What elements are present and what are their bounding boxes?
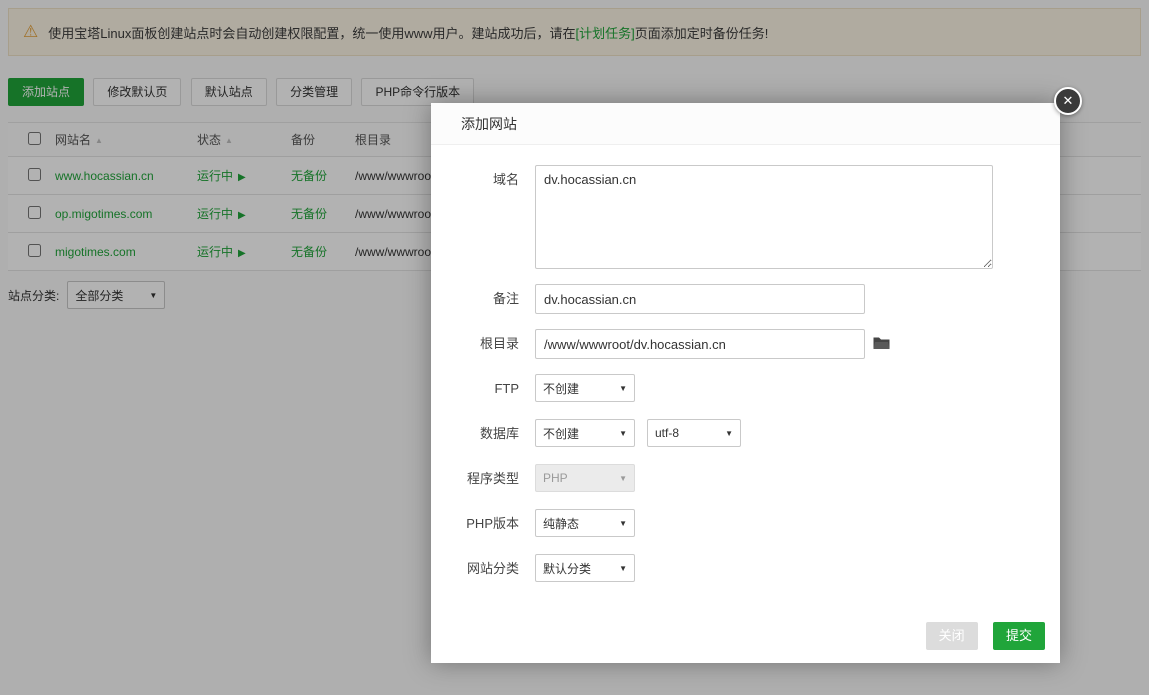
chevron-down-icon: ▼	[619, 429, 627, 438]
submit-button[interactable]: 提交	[993, 622, 1045, 650]
ftp-row: FTP 不创建 ▼	[431, 374, 1060, 404]
add-site-modal: ✕ 添加网站 域名 dv.hocassian.cn 备注 根目录 FTP 不创建…	[431, 103, 1060, 663]
program-type-label: 程序类型	[431, 464, 535, 494]
chevron-down-icon: ▼	[619, 519, 627, 528]
note-label: 备注	[431, 284, 535, 314]
php-version-select[interactable]: 纯静态 ▼	[535, 509, 635, 537]
site-category-select[interactable]: 默认分类 ▼	[535, 554, 635, 582]
chevron-down-icon: ▼	[725, 429, 733, 438]
site-category-row: 网站分类 默认分类 ▼	[431, 554, 1060, 584]
program-type-row: 程序类型 PHP ▼	[431, 464, 1060, 494]
site-category-select-value: 默认分类	[543, 560, 591, 577]
note-row: 备注	[431, 284, 1060, 314]
modal-title: 添加网站	[461, 116, 517, 132]
program-type-select-value: PHP	[543, 471, 568, 485]
root-label: 根目录	[431, 329, 535, 359]
database-label: 数据库	[431, 419, 535, 449]
site-category-label: 网站分类	[431, 554, 535, 584]
modal-body: 域名 dv.hocassian.cn 备注 根目录 FTP 不创建 ▼ 数据库 …	[431, 145, 1060, 584]
chevron-down-icon: ▼	[619, 384, 627, 393]
close-button[interactable]: 关闭	[926, 622, 978, 650]
chevron-down-icon: ▼	[619, 564, 627, 573]
domain-label: 域名	[431, 165, 535, 195]
php-version-select-value: 纯静态	[543, 515, 579, 532]
modal-footer: 关闭 提交	[431, 609, 1060, 663]
php-version-label: PHP版本	[431, 509, 535, 539]
root-row: 根目录	[431, 329, 1060, 359]
database-select[interactable]: 不创建 ▼	[535, 419, 635, 447]
charset-select[interactable]: utf-8 ▼	[647, 419, 741, 447]
note-input[interactable]	[535, 284, 865, 314]
ftp-select-value: 不创建	[543, 380, 579, 397]
root-input[interactable]	[535, 329, 865, 359]
modal-header: 添加网站	[431, 103, 1060, 145]
domain-textarea[interactable]: dv.hocassian.cn	[535, 165, 993, 269]
database-row: 数据库 不创建 ▼ utf-8 ▼	[431, 419, 1060, 449]
close-icon[interactable]: ✕	[1054, 87, 1082, 115]
charset-select-value: utf-8	[655, 426, 679, 440]
ftp-label: FTP	[431, 374, 535, 404]
folder-icon[interactable]	[873, 336, 890, 350]
database-select-value: 不创建	[543, 425, 579, 442]
program-type-select: PHP ▼	[535, 464, 635, 492]
domain-row: 域名 dv.hocassian.cn	[431, 165, 1060, 269]
php-version-row: PHP版本 纯静态 ▼	[431, 509, 1060, 539]
chevron-down-icon: ▼	[619, 474, 627, 483]
ftp-select[interactable]: 不创建 ▼	[535, 374, 635, 402]
